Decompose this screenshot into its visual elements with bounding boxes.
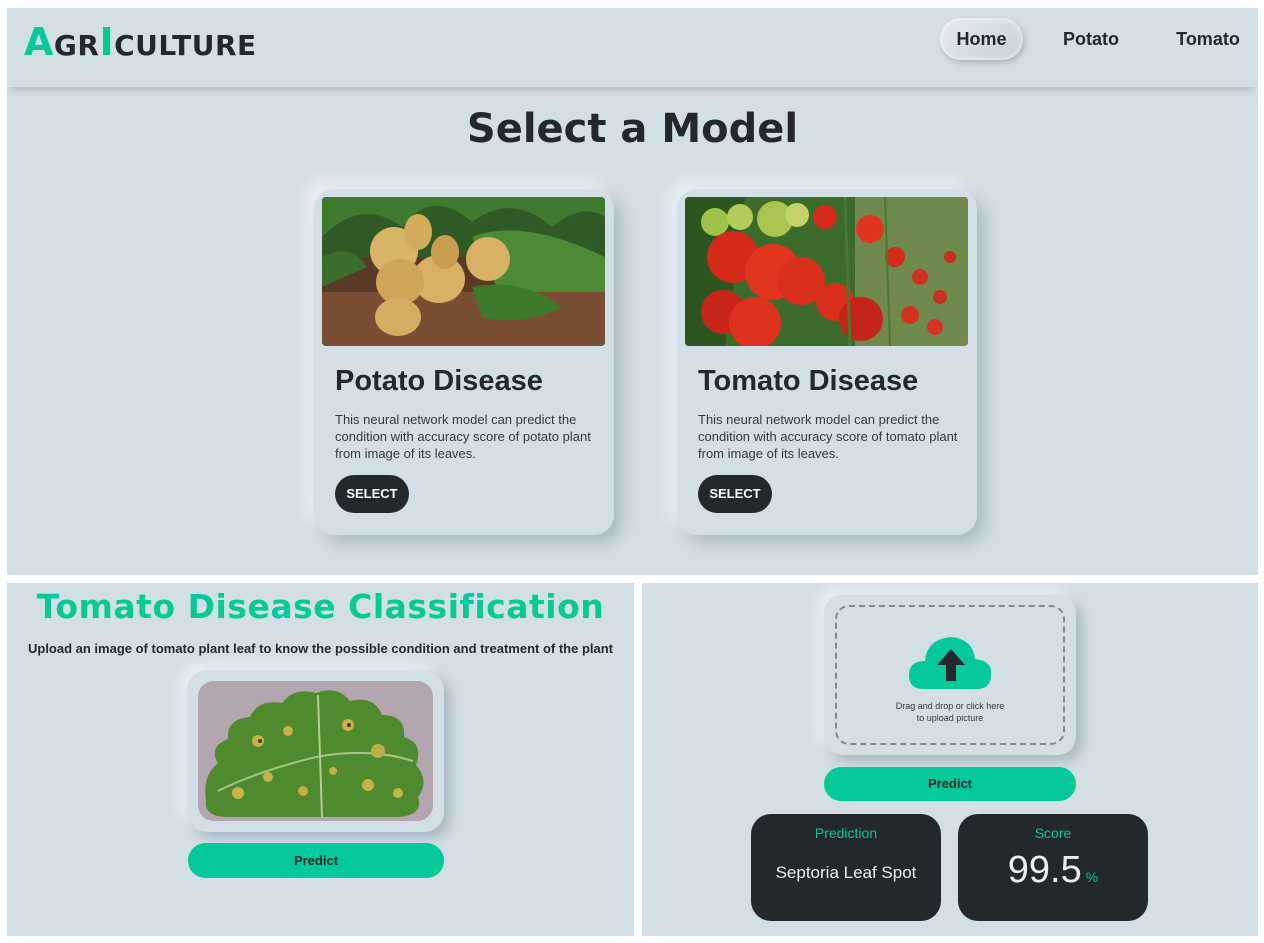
logo-letter: A xyxy=(24,20,54,64)
card-description: This neural network model can predict th… xyxy=(698,412,958,461)
score-box: Score 99.5% xyxy=(958,814,1148,921)
select-potato-button[interactable]: SELECT xyxy=(335,475,409,513)
potato-model-card: Potato Disease This neural network model… xyxy=(314,189,614,535)
prediction-box: Prediction Septoria Leaf Spot xyxy=(751,814,941,921)
card-description: This neural network model can predict th… xyxy=(335,412,591,461)
score-display: 99.5% xyxy=(958,849,1148,892)
logo[interactable]: A GR I CULTURE xyxy=(24,20,257,64)
select-tomato-button[interactable]: SELECT xyxy=(698,475,772,513)
nav-home[interactable]: Home xyxy=(940,18,1023,60)
predict-button[interactable]: Predict xyxy=(188,843,444,878)
score-value: 99.5 xyxy=(1007,849,1082,891)
score-unit: % xyxy=(1085,869,1099,885)
tomato-image xyxy=(685,197,968,346)
page-title: Select a Model xyxy=(466,106,799,152)
model-selection-page: A GR I CULTURE Home Potato Tomato Select… xyxy=(7,8,1258,575)
upload-instructions: Drag and drop or click here to upload pi… xyxy=(837,700,1063,724)
card-title: Tomato Disease xyxy=(698,365,919,397)
uploaded-image-frame[interactable] xyxy=(187,670,444,832)
nav-tomato[interactable]: Tomato xyxy=(1165,18,1251,60)
classification-subtitle: Upload an image of tomato plant leaf to … xyxy=(27,641,614,656)
logo-letter: I xyxy=(99,20,115,64)
logo-letters: GR xyxy=(53,29,100,62)
score-label: Score xyxy=(1034,825,1072,841)
logo-letters: CULTURE xyxy=(114,29,257,62)
navbar: A GR I CULTURE Home Potato Tomato xyxy=(7,8,1258,87)
upload-text-line: Drag and drop or click here xyxy=(895,701,1005,711)
upload-dropzone[interactable]: Drag and drop or click here to upload pi… xyxy=(835,605,1065,745)
classification-page: Tomato Disease Classification Upload an … xyxy=(7,583,634,936)
prediction-label: Prediction xyxy=(814,825,878,841)
prediction-value: Septoria Leaf Spot xyxy=(775,863,917,882)
cloud-upload-icon xyxy=(909,637,992,689)
classification-title: Tomato Disease Classification xyxy=(36,587,605,626)
upload-result-page: Drag and drop or click here to upload pi… xyxy=(642,583,1258,936)
tomato-model-card: Tomato Disease This neural network model… xyxy=(677,189,977,535)
upload-text-line: to upload picture xyxy=(916,713,984,723)
upload-card: Drag and drop or click here to upload pi… xyxy=(824,595,1076,755)
card-title: Potato Disease xyxy=(335,365,543,397)
predict-button[interactable]: Predict xyxy=(824,767,1076,801)
nav-potato[interactable]: Potato xyxy=(1052,18,1130,60)
uploaded-leaf-image xyxy=(198,681,433,821)
potato-image xyxy=(322,197,605,346)
